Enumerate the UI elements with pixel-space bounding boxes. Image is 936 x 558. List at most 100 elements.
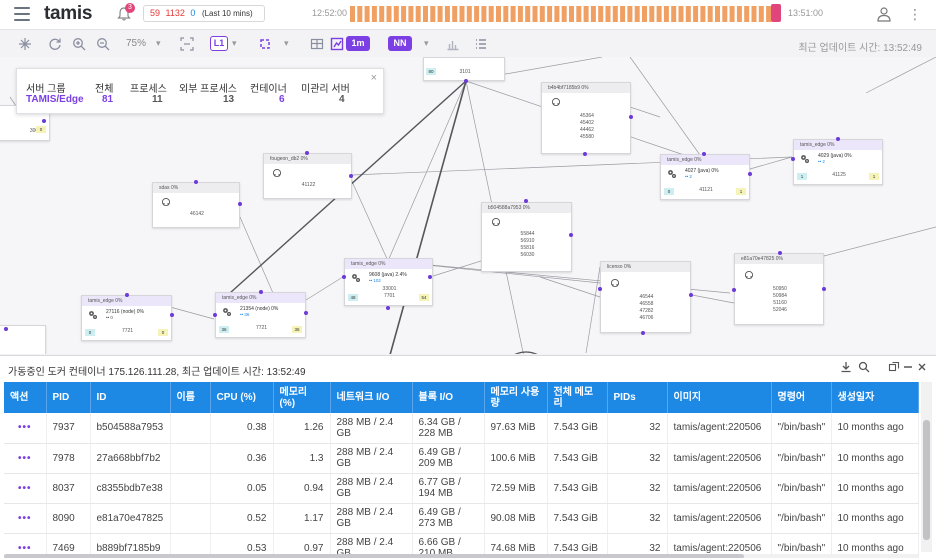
column-header[interactable]: 이름 [170, 382, 211, 413]
zoom-in-icon[interactable] [72, 37, 86, 51]
timeline-bar[interactable] [452, 6, 458, 22]
timeline-bar[interactable] [576, 6, 582, 22]
timeline-bar[interactable] [539, 6, 545, 22]
column-header[interactable]: 메모리 사용량 [484, 382, 548, 413]
timeline-bar[interactable] [350, 6, 355, 22]
event-timeline[interactable] [348, 4, 784, 24]
timeline-current-marker[interactable] [771, 4, 781, 22]
table-view-icon[interactable] [310, 37, 324, 51]
fit-screen-icon[interactable] [180, 37, 194, 51]
menu-icon[interactable] [14, 7, 30, 21]
timeline-bar[interactable] [751, 6, 757, 22]
timeline-bar[interactable] [685, 6, 691, 22]
topology-node[interactable]: tamis_edge 0% 27116 (node) 0% •• 0 7721 … [81, 295, 172, 341]
timeline-bar[interactable] [671, 6, 677, 22]
close-icon[interactable]: × [371, 72, 377, 84]
topology-node[interactable]: licenso 0% 46544 46558 47282 46706 [600, 261, 691, 333]
column-header[interactable]: 전체 메모리 [547, 382, 608, 413]
timeline-bar[interactable] [598, 6, 604, 22]
search-icon[interactable] [858, 361, 870, 373]
timeline-bar[interactable] [393, 6, 399, 22]
scrollbar-thumb[interactable] [4, 554, 744, 558]
timeline-bar[interactable] [408, 6, 414, 22]
zoom-dropdown-icon[interactable]: ▾ [156, 38, 161, 49]
timeline-bar[interactable] [678, 6, 684, 22]
timeline-bar[interactable] [517, 6, 523, 22]
column-header[interactable]: 블록 I/O [412, 382, 485, 413]
download-icon[interactable] [840, 361, 852, 373]
topology-node[interactable]: 80 3101 [423, 57, 505, 81]
topology-node[interactable]: tamis_edge 0% 4027 (java) 0% •• 2 41121 … [660, 154, 750, 200]
timeline-bar[interactable] [729, 6, 735, 22]
table-row[interactable]: ••• 8037 c8355bdb7e38 0.05 0.94 288 MB / 2.4 … [4, 473, 919, 504]
timeline-bar[interactable] [722, 6, 728, 22]
column-header[interactable]: PID [46, 382, 91, 413]
timeline-bar[interactable] [481, 6, 487, 22]
timeline-bar[interactable] [547, 6, 553, 22]
timeline-bar[interactable] [510, 6, 516, 22]
timeline-bar[interactable] [379, 6, 385, 22]
timeline-bar[interactable] [474, 6, 480, 22]
scrollbar-thumb[interactable] [923, 420, 930, 540]
timeline-bar[interactable] [554, 6, 560, 22]
timeline-bar[interactable] [371, 6, 377, 22]
timeline-bar[interactable] [758, 6, 764, 22]
timeline-bar[interactable] [583, 6, 589, 22]
column-header[interactable]: 메모리 (%) [273, 382, 331, 413]
event-summary[interactable]: 59 1132 0 (Last 10 mins) [143, 5, 265, 22]
timeline-bar[interactable] [430, 6, 436, 22]
timeline-bar[interactable] [466, 6, 472, 22]
app-logo[interactable]: tamis [44, 3, 92, 25]
topology-canvas[interactable]: 80 3101 b504588a7953 0% 55844 56910 5581… [0, 57, 936, 354]
popout-icon[interactable] [888, 361, 900, 373]
topology-node[interactable]: b4b4bf7185b9 0% 45364 45402 44462 45580 [541, 82, 631, 154]
summary-group-name[interactable]: TAMIS/Edge [26, 94, 84, 105]
list-icon[interactable] [474, 37, 488, 51]
column-header[interactable]: 명령어 [771, 382, 832, 413]
level-dropdown-icon[interactable]: ▾ [232, 38, 237, 49]
row-action-menu[interactable]: ••• [4, 443, 47, 474]
timeline-bar[interactable] [649, 6, 655, 22]
timeline-bar[interactable] [656, 6, 662, 22]
timeline-bar[interactable] [401, 6, 407, 22]
topology-node[interactable]: e81a70e47825 0% 50950 50984 51160 52046 [734, 253, 824, 325]
minimize-icon[interactable] [902, 361, 914, 373]
timeline-bar[interactable] [634, 6, 640, 22]
column-header[interactable]: 액션 [4, 382, 47, 413]
timeline-bar[interactable] [707, 6, 713, 22]
column-header[interactable]: 네트워크 I/O [330, 382, 413, 413]
level-selector[interactable]: L1 [210, 36, 228, 51]
refresh-icon[interactable] [48, 37, 62, 51]
row-action-menu[interactable]: ••• [4, 413, 47, 444]
timeline-bar[interactable] [532, 6, 538, 22]
more-options-icon[interactable]: ⋮ [908, 6, 922, 22]
column-header[interactable]: ID [90, 382, 171, 413]
table-row[interactable]: ••• 7978 27a668bbf7b2 0.36 1.3 288 MB / 2.4 G… [4, 443, 919, 474]
timeline-bar[interactable] [496, 6, 501, 22]
timeline-bar[interactable] [744, 6, 750, 22]
user-icon[interactable] [876, 6, 892, 22]
topology-node[interactable]: tamis_edge 0% 9608 (java) 2.4% •• 102 33… [344, 258, 433, 306]
interval-selector[interactable]: 1m [346, 36, 370, 51]
timeline-bar[interactable] [736, 6, 742, 22]
chart-view-icon[interactable] [330, 37, 344, 51]
bar-chart-icon[interactable] [446, 37, 460, 51]
timeline-bar[interactable] [423, 6, 428, 22]
timeline-bar[interactable] [569, 6, 574, 22]
timeline-bar[interactable] [642, 6, 647, 22]
timeline-bar[interactable] [663, 6, 669, 22]
timeline-bar[interactable] [612, 6, 618, 22]
mode-dropdown-icon[interactable]: ▾ [424, 38, 429, 49]
horizontal-scrollbar[interactable] [4, 554, 918, 558]
timeline-bar[interactable] [386, 6, 392, 22]
topology-node[interactable]: tamis_edge 0% 21354 (node) 0% •• 36 7721… [215, 292, 306, 338]
table-row[interactable]: ••• 7937 b504588a7953 0.38 1.26 288 MB / 2.4 … [4, 413, 919, 444]
timeline-bar[interactable] [444, 6, 450, 22]
timeline-bar[interactable] [605, 6, 611, 22]
topology-node[interactable]: sdas 0% 46142 [152, 182, 240, 228]
column-header[interactable]: 이미지 [667, 382, 772, 413]
close-icon[interactable] [916, 361, 928, 373]
timeline-bar[interactable] [503, 6, 509, 22]
timeline-bar[interactable] [700, 6, 706, 22]
timeline-bar[interactable] [437, 6, 443, 22]
